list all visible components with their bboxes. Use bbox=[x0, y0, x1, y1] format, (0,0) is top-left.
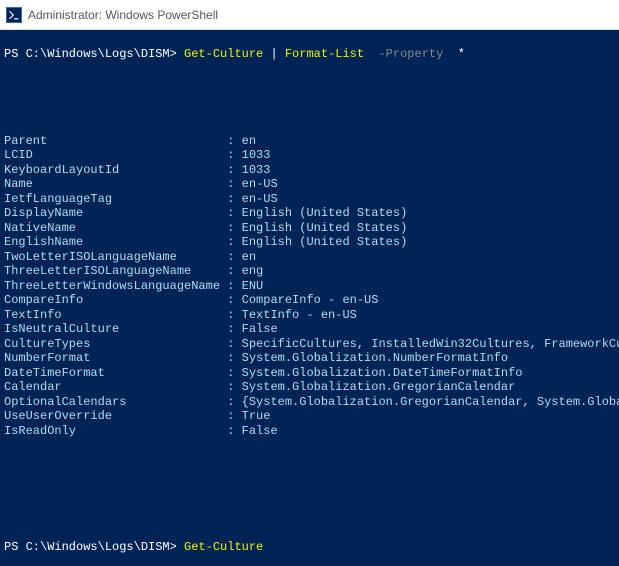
prompt-path: PS C:\Windows\Logs\DISM> bbox=[4, 540, 177, 554]
property-row: OptionalCalendars : {System.Globalizatio… bbox=[4, 395, 615, 410]
wildcard: * bbox=[458, 47, 465, 61]
command: Get-Culture bbox=[184, 47, 263, 61]
property-row: Parent : en bbox=[4, 134, 615, 149]
blank bbox=[4, 511, 615, 526]
command: Format-List bbox=[285, 47, 364, 61]
property-row: NativeName : English (United States) bbox=[4, 221, 615, 236]
property-row: IetfLanguageTag : en-US bbox=[4, 192, 615, 207]
property-row: EnglishName : English (United States) bbox=[4, 235, 615, 250]
property-row: TextInfo : TextInfo - en-US bbox=[4, 308, 615, 323]
property-row: KeyboardLayoutId : 1033 bbox=[4, 163, 615, 178]
property-row: ThreeLetterISOLanguageName : eng bbox=[4, 264, 615, 279]
property-row: IsNeutralCulture : False bbox=[4, 322, 615, 337]
property-row: Calendar : System.Globalization.Gregoria… bbox=[4, 380, 615, 395]
property-row: Name : en-US bbox=[4, 177, 615, 192]
property-row: ThreeLetterWindowsLanguageName : ENU bbox=[4, 279, 615, 294]
blank bbox=[4, 105, 615, 120]
terminal-area[interactable]: PS C:\Windows\Logs\DISM> Get-Culture | F… bbox=[0, 30, 619, 566]
property-row: UseUserOverride : True bbox=[4, 409, 615, 424]
blank bbox=[4, 453, 615, 468]
property-row: CompareInfo : CompareInfo - en-US bbox=[4, 293, 615, 308]
property-row: NumberFormat : System.Globalization.Numb… bbox=[4, 351, 615, 366]
property-row: LCID : 1033 bbox=[4, 148, 615, 163]
blank bbox=[4, 76, 615, 91]
property-row: DateTimeFormat : System.Globalization.Da… bbox=[4, 366, 615, 381]
command: Get-Culture bbox=[184, 540, 263, 554]
window-titlebar: Administrator: Windows PowerShell bbox=[0, 0, 619, 30]
property-row: DisplayName : English (United States) bbox=[4, 206, 615, 221]
prompt-path: PS C:\Windows\Logs\DISM> bbox=[4, 47, 177, 61]
window-title: Administrator: Windows PowerShell bbox=[28, 8, 218, 22]
property-row: TwoLetterISOLanguageName : en bbox=[4, 250, 615, 265]
prompt-line-2: PS C:\Windows\Logs\DISM> Get-Culture bbox=[4, 540, 615, 555]
prompt-line-1: PS C:\Windows\Logs\DISM> Get-Culture | F… bbox=[4, 47, 615, 62]
parameter: -Property bbox=[378, 47, 443, 61]
property-row: IsReadOnly : False bbox=[4, 424, 615, 439]
pipe: | bbox=[270, 47, 277, 61]
property-row: CultureTypes : SpecificCultures, Install… bbox=[4, 337, 615, 352]
powershell-icon bbox=[6, 7, 22, 23]
blank bbox=[4, 482, 615, 497]
